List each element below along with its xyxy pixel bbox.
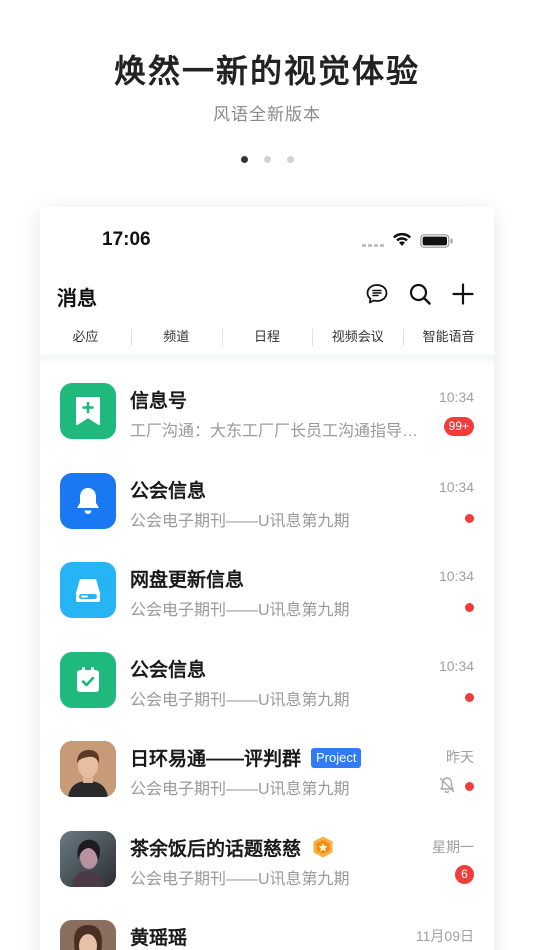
list-item[interactable]: 公会信息 公会电子期刊——U讯息第九期 10:34 — [40, 455, 494, 545]
item-time: 10:34 — [438, 389, 474, 405]
item-title: 日环易通——评判群 Project — [130, 744, 362, 771]
unread-badge: 99+ — [443, 417, 474, 436]
avatar — [60, 830, 116, 887]
item-preview: 公会电子期刊——U讯息第九期 — [130, 691, 350, 709]
tabs-divider — [40, 355, 494, 365]
project-tag: Project — [311, 747, 362, 768]
item-time: 11月09日 — [415, 928, 474, 944]
add-icon[interactable] — [450, 281, 476, 307]
wifi-icon — [393, 232, 411, 246]
item-preview: 公会电子期刊——U讯息第九期 — [130, 870, 350, 888]
item-preview: 公会电子期刊——U讯息第九期 — [130, 602, 350, 619]
page-title: 消息 — [57, 288, 97, 310]
medal-icon — [313, 836, 333, 858]
message-list: 信息号 工厂沟通：大东工厂厂长员工沟通指导工作 10:34 99+ 公会信息 公… — [40, 365, 494, 950]
app-header: 消息 — [40, 273, 494, 317]
avatar — [60, 741, 116, 797]
unread-dot — [465, 513, 474, 523]
category-tabs: 必应 频道 日程 视频会议 智能语音 — [40, 321, 494, 353]
item-title: 茶余饭后的话题慈慈 — [130, 834, 335, 861]
item-title: 黄瑶瑶 — [130, 928, 188, 949]
status-time: 17:06 — [102, 229, 151, 250]
list-item[interactable]: 茶余饭后的话题慈慈 公会电子期刊——U讯息第九期 星期一 6 — [40, 813, 494, 903]
list-item[interactable]: 日环易通——评判群 Project 公会电子期刊——U讯息第九期 昨天 — [40, 723, 494, 813]
item-title: 网盘更新信息 — [130, 570, 245, 591]
bookmark-plus-icon — [60, 383, 116, 439]
list-item[interactable]: 网盘更新信息 公会电子期刊——U讯息第九期 10:34 — [40, 544, 494, 634]
avatar — [60, 920, 116, 950]
status-bar: 17:06 — [40, 207, 494, 273]
tab-video-meeting[interactable]: 视频会议 — [312, 321, 403, 353]
list-item[interactable]: 公会信息 公会电子期刊——U讯息第九期 10:34 — [40, 634, 494, 724]
hero-subtitle: 风语全新版本 — [213, 105, 321, 124]
mute-bell-icon — [439, 777, 455, 794]
hero-title: 焕然一新的视觉体验 — [113, 53, 420, 89]
item-preview: 公会电子期刊——U讯息第九期 — [130, 512, 350, 530]
page-dot-3[interactable] — [286, 156, 294, 163]
page-dot-1[interactable] — [240, 156, 248, 163]
search-icon[interactable] — [407, 281, 433, 307]
item-time: 10:34 — [438, 657, 474, 674]
drive-icon — [60, 562, 116, 618]
item-preview: 公会电子期刊——U讯息第九期 — [130, 781, 350, 798]
item-title: 公会信息 — [130, 659, 207, 681]
battery-icon — [420, 234, 453, 248]
item-time: 星期一 — [432, 838, 474, 855]
item-preview: 工厂沟通：大东工厂厂长员工沟通指导工作 — [130, 423, 430, 440]
tab-schedule[interactable]: 日程 — [221, 321, 313, 353]
bell-icon — [60, 472, 116, 529]
tab-biying[interactable]: 必应 — [40, 321, 131, 353]
page-indicator[interactable] — [0, 156, 534, 163]
page-dot-2[interactable] — [263, 156, 271, 163]
item-title: 公会信息 — [130, 480, 207, 502]
item-time: 昨天 — [446, 749, 474, 765]
chat-bubble-icon[interactable] — [364, 281, 390, 307]
list-item[interactable]: 黄瑶瑶 11月09日 — [40, 902, 494, 950]
item-title: 信息号 — [130, 391, 188, 412]
phone-mockup: 17:06 消息 必应 频道 日程 视频会议 智能语音 信息号 工厂沟通：大东工… — [40, 207, 494, 950]
tab-channel[interactable]: 频道 — [130, 321, 222, 353]
list-item[interactable]: 信息号 工厂沟通：大东工厂厂长员工沟通指导工作 10:34 99+ — [40, 365, 494, 455]
signal-icon — [362, 244, 384, 247]
unread-dot — [465, 782, 474, 791]
unread-badge: 6 — [455, 864, 474, 884]
calendar-check-icon — [60, 651, 116, 708]
item-time: 10:34 — [438, 478, 474, 495]
tab-smart-voice[interactable]: 智能语音 — [403, 321, 494, 353]
unread-dot — [465, 692, 474, 702]
item-time: 10:34 — [438, 568, 474, 584]
unread-dot — [465, 603, 474, 612]
